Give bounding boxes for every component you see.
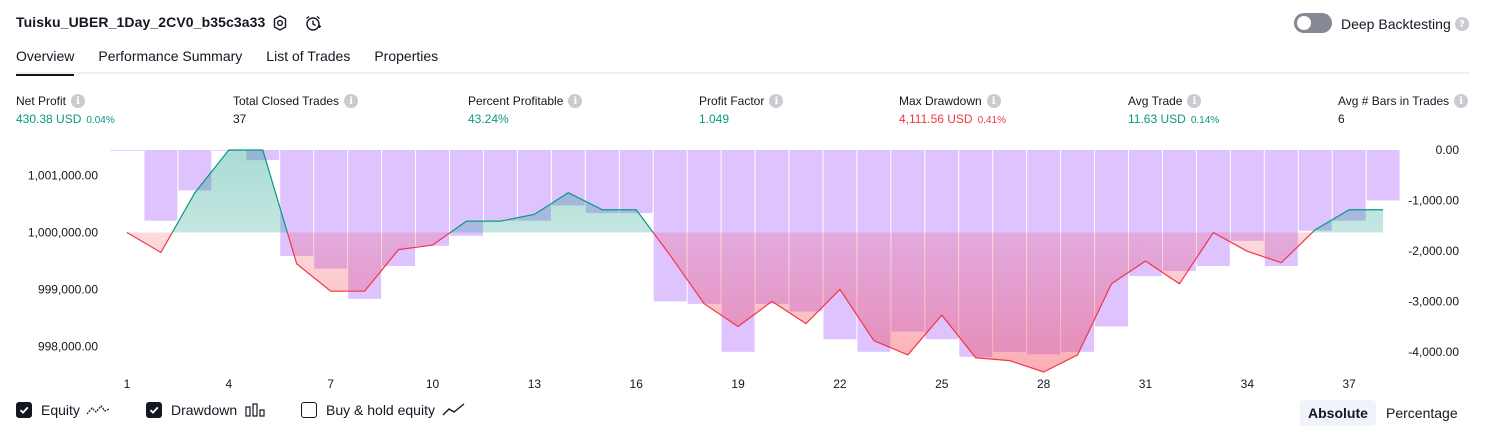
stat-total-closed-trades: Total Closed Trades i 37 [233, 94, 359, 126]
left-axis-tick-label: 1,001,000.00 [28, 169, 98, 183]
stat-label: Total Closed Trades [233, 94, 340, 108]
settings-icon[interactable] [270, 13, 290, 33]
stat-percent-profitable: Percent Profitable i 43.24% [468, 94, 583, 126]
drawdown-bar [110, 150, 144, 151]
x-axis-tick-label: 19 [731, 377, 745, 391]
legend-buy-hold-equity[interactable]: Buy & hold equity [301, 402, 466, 418]
stat-percent: 0.04% [86, 115, 115, 126]
left-axis-tick-label: 998,000.00 [38, 339, 98, 353]
stat-label: Net Profit [16, 94, 67, 108]
stat-label: Profit Factor [699, 94, 765, 108]
stat-value: 37 [233, 112, 247, 126]
info-icon[interactable]: i [71, 94, 86, 108]
x-axis-tick-label: 28 [1037, 377, 1051, 391]
x-axis-tick-label: 22 [833, 377, 847, 391]
stat-value: 11.63 USD [1128, 112, 1186, 126]
x-axis-tick-label: 1 [124, 377, 131, 391]
buy-hold-checkbox[interactable] [301, 402, 317, 418]
x-axis-tick-label: 31 [1139, 377, 1153, 391]
stat-net-profit: Net Profit i 430.38 USD 0.04% [16, 94, 115, 126]
legend-buy-hold-label: Buy & hold equity [326, 402, 435, 418]
right-axis-tick-label: -2,000.00 [1408, 244, 1459, 258]
help-icon[interactable]: ? [1455, 17, 1469, 31]
toggle-knob [1297, 16, 1311, 30]
deep-backtesting-label: Deep Backtesting [1341, 16, 1451, 32]
drawdown-checkbox[interactable] [146, 402, 162, 418]
strategy-title: Tuisku_UBER_1Day_2CV0_b35c3a33 [16, 14, 266, 30]
stat-avg-bars-in-trades: Avg # Bars in Trades i 6 [1338, 94, 1469, 126]
stat-label: Percent Profitable [468, 94, 564, 108]
info-icon[interactable]: i [986, 94, 1001, 108]
stat-value: 1.049 [699, 112, 730, 126]
x-axis-tick-label: 16 [630, 377, 644, 391]
drawdown-bar [1230, 150, 1264, 241]
left-axis-tick-label: 999,000.00 [38, 282, 98, 296]
stat-label: Avg # Bars in Trades [1338, 94, 1450, 108]
x-axis-tick-label: 37 [1342, 377, 1356, 391]
percentage-button[interactable]: Percentage [1378, 400, 1466, 426]
legend-equity-label: Equity [41, 402, 80, 418]
trend-line-icon [442, 403, 465, 416]
stat-value: 43.24% [468, 112, 509, 126]
deep-backtesting-toggle[interactable] [1294, 13, 1332, 33]
x-axis-tick-label: 10 [426, 377, 440, 391]
legend-equity[interactable]: Equity [16, 402, 110, 418]
right-axis-tick-label: -1,000.00 [1408, 193, 1459, 207]
stat-value: 4,111.56 USD [899, 112, 973, 126]
stat-value: 6 [1338, 112, 1345, 126]
x-axis-tick-label: 34 [1241, 377, 1255, 391]
drawdown-bar [1298, 150, 1332, 231]
absolute-button[interactable]: Absolute [1300, 400, 1376, 426]
drawdown-bar [144, 150, 178, 221]
bar-chart-icon [245, 403, 265, 417]
equity-line-icon [86, 405, 110, 415]
stat-percent: 0.41% [977, 115, 1006, 126]
legend-drawdown[interactable]: Drawdown [146, 402, 265, 418]
x-axis-tick-label: 13 [528, 377, 542, 391]
right-axis-tick-label: 0.00 [1436, 143, 1460, 157]
right-axis-tick-label: -3,000.00 [1408, 294, 1459, 308]
left-axis-tick-label: 1,000,000.00 [28, 226, 98, 240]
info-icon[interactable]: i [344, 94, 359, 108]
equity-checkbox[interactable] [16, 402, 32, 418]
alarm-clock-icon[interactable] [303, 13, 323, 33]
drawdown-bar [483, 150, 517, 221]
x-axis-tick-label: 7 [327, 377, 334, 391]
stat-profit-factor: Profit Factor i 1.049 [699, 94, 784, 126]
drawdown-bar [416, 150, 449, 246]
info-icon[interactable]: i [1187, 94, 1202, 108]
info-icon[interactable]: i [1454, 94, 1469, 108]
info-icon[interactable]: i [769, 94, 784, 108]
stat-value: 430.38 USD [16, 112, 82, 126]
x-axis-tick-label: 25 [935, 377, 949, 391]
x-axis-tick-label: 4 [225, 377, 232, 391]
drawdown-bar [619, 150, 653, 214]
drawdown-bar [653, 150, 687, 302]
legend-drawdown-label: Drawdown [171, 402, 238, 418]
stat-label: Avg Trade [1128, 94, 1183, 108]
equity-drawdown-chart[interactable]: 1,001,000.00 1,000,000.00 999,000.00 998,00… [0, 140, 1486, 392]
info-icon[interactable]: i [568, 94, 583, 108]
stat-max-drawdown: Max Drawdown i 4,111.56 USD 0.41% [899, 94, 1006, 126]
tab-divider [16, 72, 1470, 74]
stat-percent: 0.14% [1190, 115, 1220, 126]
right-axis-tick-label: -4,000.00 [1408, 345, 1459, 359]
stat-avg-trade: Avg Trade i 11.63 USD 0.14% [1128, 94, 1219, 126]
stat-label: Max Drawdown [899, 94, 982, 108]
drawdown-bar [1366, 150, 1400, 201]
